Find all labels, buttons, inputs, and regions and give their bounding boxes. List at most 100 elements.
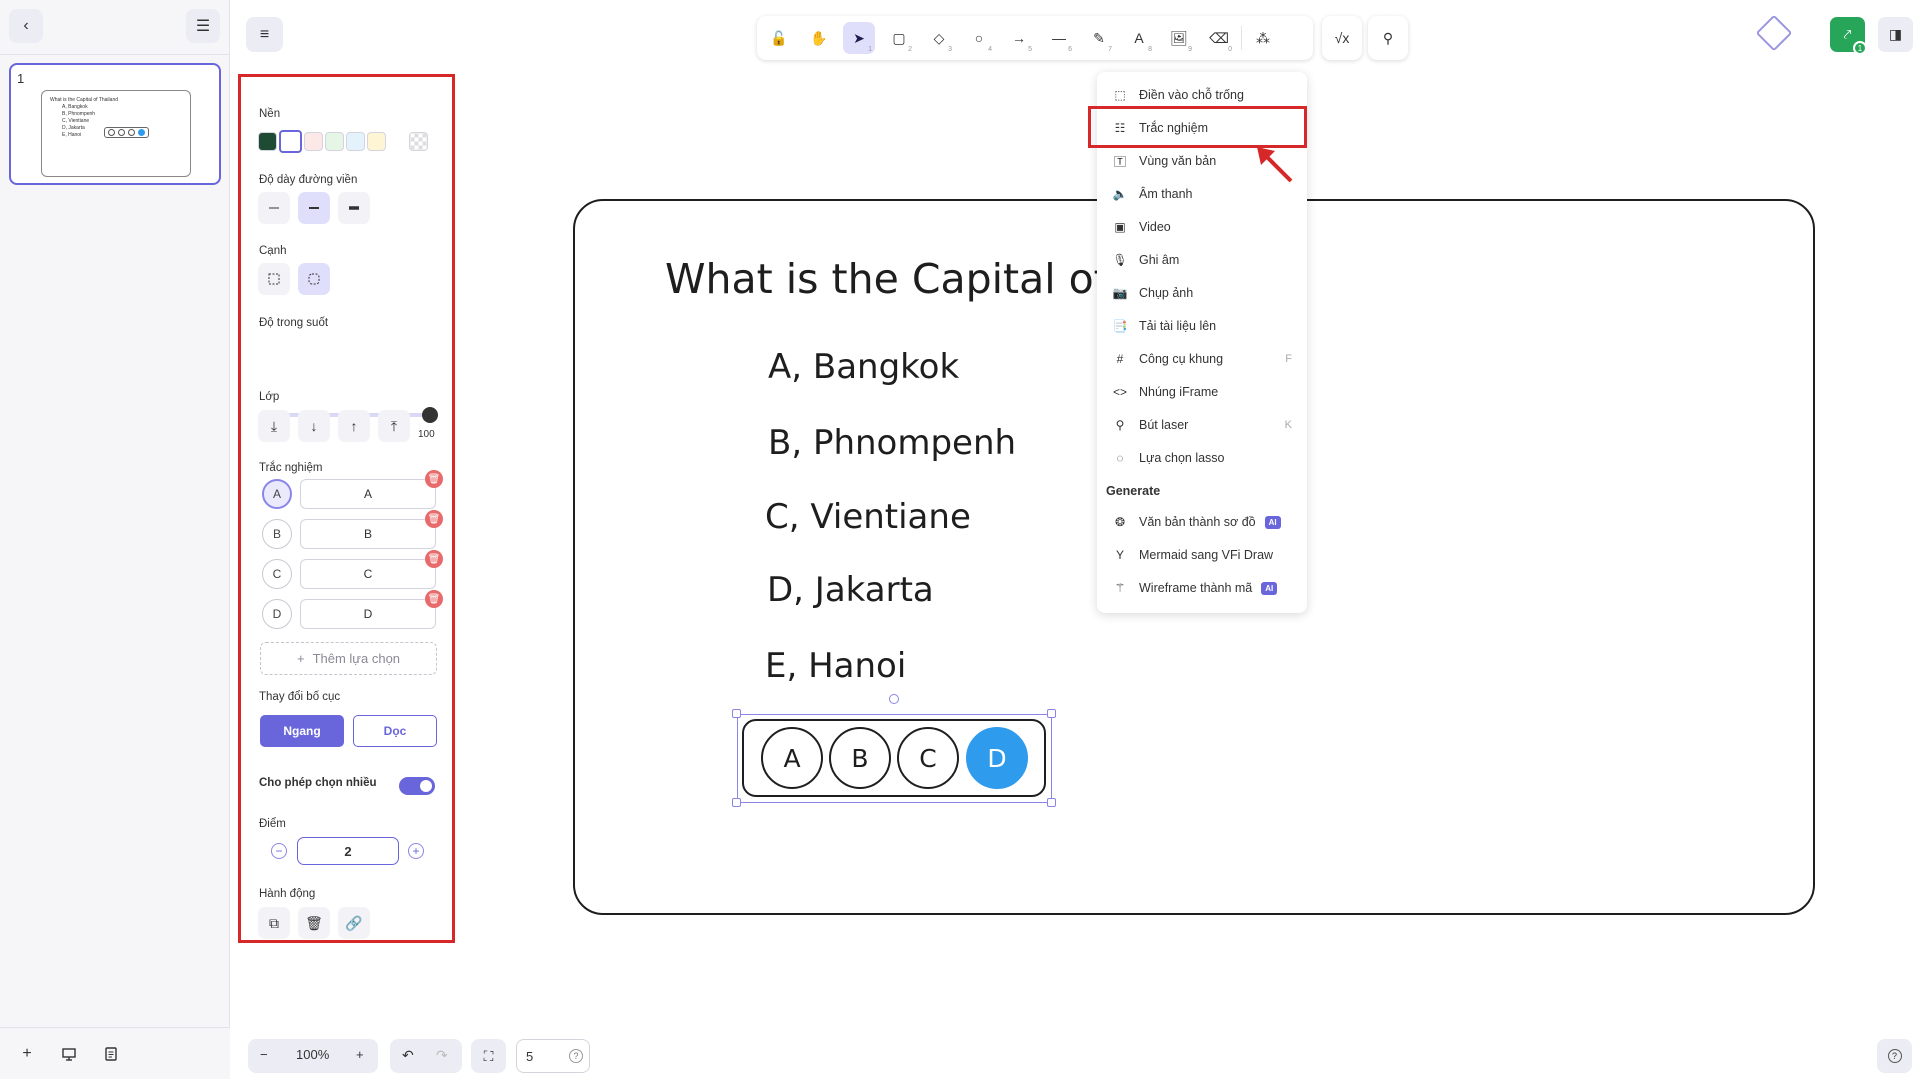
dashed-box-icon: ⬚ (1114, 88, 1126, 102)
choice-letter-c[interactable]: C (262, 559, 292, 589)
help-icon[interactable]: ? (569, 1049, 583, 1063)
edge-round-button[interactable] (298, 263, 330, 295)
extra-tools-button[interactable]: ⁂ (1247, 22, 1279, 54)
fit-to-screen-button[interactable]: ⛶ (471, 1039, 506, 1073)
zoom-level[interactable]: 100% (296, 1047, 329, 1062)
bg-color-swatch-selected[interactable] (279, 130, 302, 153)
toggle-sidebar-button[interactable]: ◨ (1878, 17, 1913, 52)
menu-item-photo[interactable]: 📷 Chụp ảnh (1104, 278, 1300, 308)
zoom-out-button[interactable]: − (260, 1047, 268, 1062)
collapse-back-button[interactable]: ‹ (9, 9, 43, 43)
redo-button[interactable]: ↷ (436, 1047, 448, 1064)
score-input[interactable]: 2 (297, 837, 399, 865)
zoom-in-button[interactable]: + (356, 1047, 364, 1062)
image-tool[interactable]: 🖼 9 (1163, 22, 1195, 54)
delete-choice-a-button[interactable]: 🗑 (425, 470, 443, 488)
menu-item-lasso[interactable]: ◌ Lựa chọn lasso (1104, 443, 1300, 473)
question-title[interactable]: What is the Capital of (665, 255, 1108, 303)
delete-choice-c-button[interactable]: 🗑 (425, 550, 443, 568)
layout-vertical-button[interactable]: Dọc (353, 715, 437, 747)
opacity-slider-knob[interactable] (422, 407, 438, 423)
send-to-back-button[interactable]: ⤓ (258, 410, 290, 442)
score-increment-button[interactable]: + (408, 843, 424, 859)
menu-item-video[interactable]: ▣ Video (1104, 212, 1300, 242)
bg-color-swatch[interactable] (325, 132, 344, 151)
laser-pointer-tool[interactable]: ⚲ (1368, 16, 1408, 60)
choice-letter-b[interactable]: B (262, 519, 292, 549)
stroke-thin-button[interactable] (258, 192, 290, 224)
choice-input-c[interactable]: C (300, 559, 436, 589)
rectangle-tool[interactable]: ▢ 2 (883, 22, 915, 54)
resize-handle[interactable] (1047, 709, 1056, 718)
answer-text[interactable]: B, Phnompenh (768, 423, 1016, 463)
library-icon[interactable] (1755, 14, 1793, 52)
layout-horizontal-button[interactable]: Ngang (260, 715, 344, 747)
menu-item-record[interactable]: 🎙 Ghi âm (1104, 245, 1300, 275)
send-backward-button[interactable]: ↓ (298, 410, 330, 442)
shapes-icon: ⁂ (1256, 29, 1270, 46)
choice-input-b[interactable]: B (300, 519, 436, 549)
hand-tool[interactable]: ✋ (803, 22, 835, 54)
notes-button[interactable] (94, 1037, 128, 1071)
outline-button[interactable]: ☰ (186, 9, 220, 43)
laser-icon: ⚲ (1115, 418, 1125, 432)
menu-item-frame-tool[interactable]: # Công cụ khung F (1104, 344, 1300, 374)
answer-text[interactable]: E, Hanoi (765, 646, 906, 686)
choice-letter-d[interactable]: D (262, 599, 292, 629)
bg-color-swatch[interactable] (304, 132, 323, 151)
text-tool[interactable]: A8 (1123, 22, 1155, 54)
ellipse-tool[interactable]: ○ 4 (963, 22, 995, 54)
score-decrement-button[interactable]: − (271, 843, 287, 859)
link-button[interactable]: 🔗 (338, 907, 370, 939)
lock-tool[interactable]: 🔓 (763, 22, 795, 54)
allow-multi-toggle[interactable] (399, 777, 435, 795)
delete-choice-d-button[interactable]: 🗑 (425, 590, 443, 608)
sidebar-icon: ◨ (1888, 26, 1903, 42)
resize-handle[interactable] (732, 709, 741, 718)
bg-color-swatch[interactable] (258, 132, 277, 151)
rotate-handle[interactable] (889, 694, 899, 704)
edge-sharp-button[interactable] (258, 263, 290, 295)
pencil-tool[interactable]: ✎ 7 (1083, 22, 1115, 54)
present-button[interactable] (52, 1037, 86, 1071)
menu-item-iframe[interactable]: <> Nhúng iFrame (1104, 377, 1300, 407)
stroke-thick-button[interactable] (338, 192, 370, 224)
add-slide-button[interactable]: + (10, 1037, 44, 1071)
menu-item-wireframe-to-code[interactable]: ⚚ Wireframe thành mã AI (1104, 573, 1300, 603)
arrow-tool[interactable]: → 5 (1003, 22, 1035, 54)
generate-heading: Generate (1106, 484, 1161, 498)
bring-forward-button[interactable]: ↑ (338, 410, 370, 442)
eraser-tool[interactable]: ⌫ 0 (1203, 22, 1235, 54)
choice-input-d[interactable]: D (300, 599, 436, 629)
math-tool[interactable]: √x (1322, 16, 1362, 60)
choice-input-a[interactable]: A (300, 479, 436, 509)
menu-item-label: Tải tài liệu lên (1139, 319, 1217, 333)
menu-item-laser[interactable]: ⚲ Bút laser K (1104, 410, 1300, 440)
help-button[interactable]: ? (1877, 1039, 1912, 1073)
bg-color-swatch[interactable] (367, 132, 386, 151)
choice-letter-a[interactable]: A (262, 479, 292, 509)
menu-item-upload[interactable]: 📑 Tải tài liệu lên (1104, 311, 1300, 341)
line-tool[interactable]: —6 (1043, 22, 1075, 54)
answer-text[interactable]: A, Bangkok (768, 347, 959, 387)
delete-button[interactable]: 🗑 (298, 907, 330, 939)
select-tool[interactable]: ➤ 1 (843, 22, 875, 54)
diamond-tool[interactable]: ◇ 3 (923, 22, 955, 54)
answer-text[interactable]: C, Vientiane (765, 497, 971, 537)
bring-to-front-button[interactable]: ⤒ (378, 410, 410, 442)
transparent-swatch[interactable] (409, 132, 428, 151)
undo-button[interactable]: ↶ (402, 1047, 414, 1064)
delete-choice-b-button[interactable]: 🗑 (425, 510, 443, 528)
slide-thumbnail[interactable]: 1 What is the Capital of Thailand A, Ban… (9, 63, 221, 185)
main-menu-button[interactable]: ≡ (246, 17, 283, 52)
duplicate-button[interactable]: ⧉ (258, 907, 290, 939)
answer-text[interactable]: D, Jakarta (767, 570, 934, 610)
add-choice-button[interactable]: + Thêm lựa chọn (260, 642, 437, 675)
menu-item-text-to-diagram[interactable]: ❂ Văn bản thành sơ đồ AI (1104, 507, 1300, 537)
menu-item-mermaid[interactable]: Y Mermaid sang VFi Draw (1104, 540, 1300, 570)
resize-handle[interactable] (732, 798, 741, 807)
page-number-input[interactable]: 5 ? (516, 1039, 590, 1073)
stroke-medium-button[interactable] (298, 192, 330, 224)
resize-handle[interactable] (1047, 798, 1056, 807)
bg-color-swatch[interactable] (346, 132, 365, 151)
